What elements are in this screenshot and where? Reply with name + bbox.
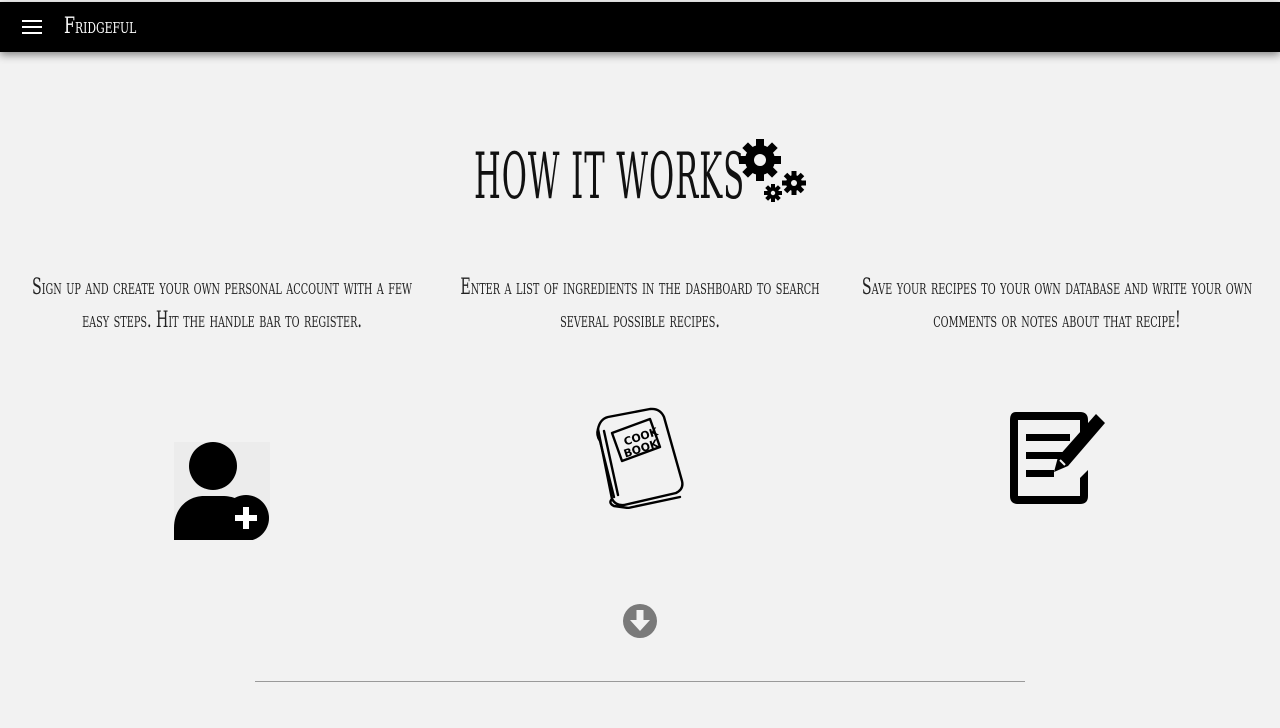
step-1-label: Sign up and create your own personal acc… — [31, 275, 412, 333]
section-title: HOW IT WORKS — [474, 140, 746, 214]
arrow-circle-down-icon[interactable] — [622, 603, 658, 639]
section-divider — [255, 681, 1025, 682]
user-plus-icon[interactable] — [174, 442, 270, 540]
step-3-text: Save your recipes to your own database a… — [857, 271, 1257, 337]
hamburger-menu-icon[interactable] — [22, 20, 42, 34]
brand-logo[interactable]: Fridgeful — [64, 14, 136, 39]
top-navbar: Fridgeful — [0, 2, 1280, 52]
step-3-label: Save your recipes to your own database a… — [861, 275, 1253, 333]
step-2-label: Enter a list of ingredients in the dashb… — [460, 275, 820, 333]
edit-note-icon[interactable] — [1008, 410, 1108, 506]
step-2-text: Enter a list of ingredients in the dashb… — [440, 271, 840, 337]
step-1-text: Sign up and create your own personal acc… — [22, 271, 422, 337]
gears-icon — [739, 139, 806, 202]
cookbook-icon[interactable]: COOK BOOK — [594, 407, 686, 509]
